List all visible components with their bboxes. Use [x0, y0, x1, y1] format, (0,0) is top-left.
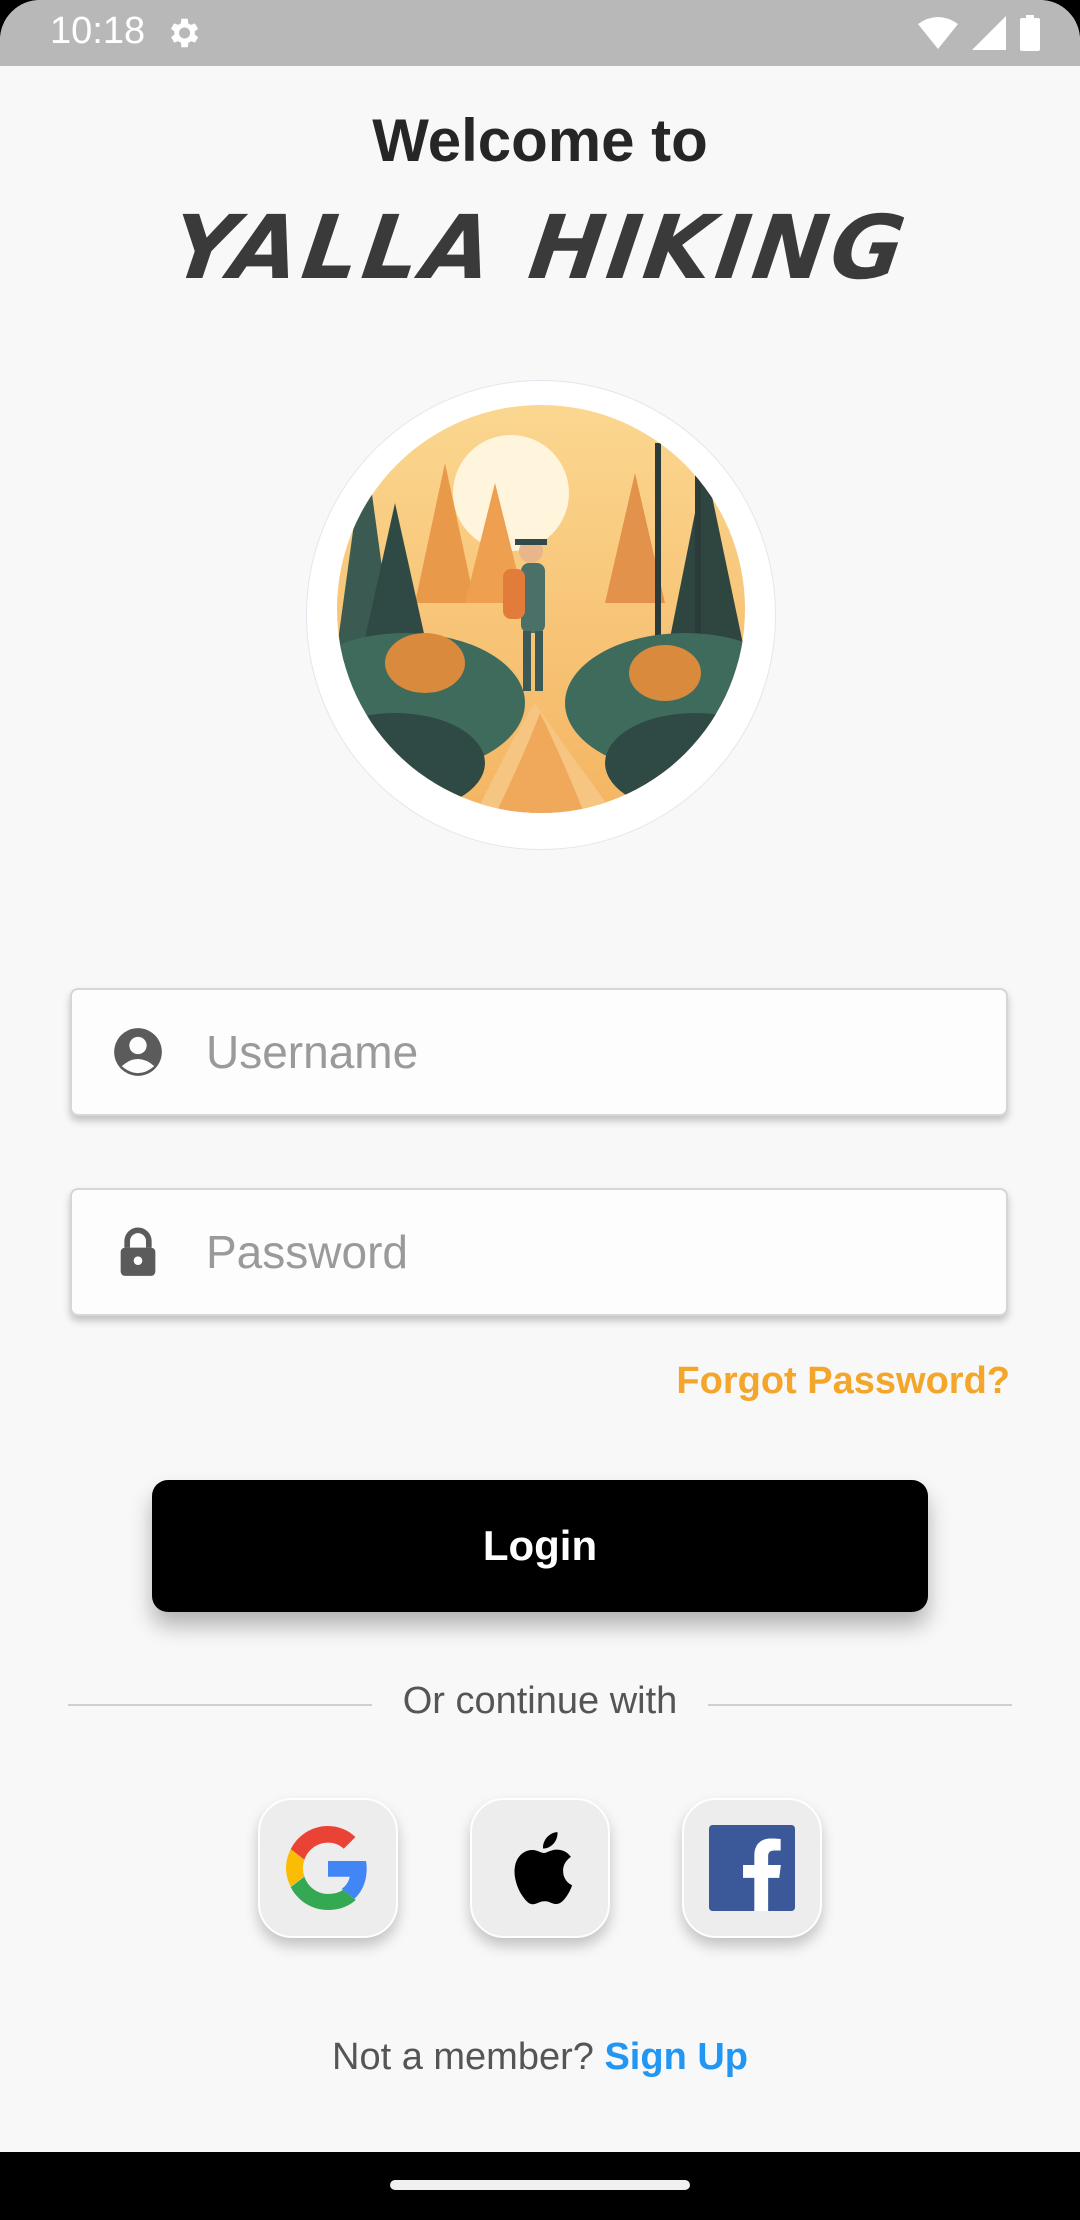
login-button[interactable]: Login [152, 1480, 928, 1612]
app-brand-title: YALLA HIKING [165, 196, 915, 299]
settings-gear-icon [170, 18, 199, 48]
signup-row: Not a member? Sign Up [0, 2036, 1080, 2079]
hero-illustration [306, 380, 776, 850]
signup-prompt: Not a member? [332, 2036, 594, 2078]
username-input[interactable] [204, 1024, 1006, 1080]
login-screen: 10:18 Welcome to YALLA HIKING Username F… [0, 0, 1080, 2220]
wifi-icon [918, 17, 958, 49]
signup-link[interactable]: Sign Up [604, 2036, 748, 2078]
username-field[interactable] [70, 988, 1008, 1116]
facebook-icon [709, 1825, 795, 1911]
status-bar: 10:18 [0, 0, 1080, 66]
apple-login-button[interactable] [470, 1798, 610, 1938]
password-input[interactable] [204, 1224, 1006, 1280]
welcome-text: Welcome to [372, 107, 708, 174]
google-icon [286, 1826, 367, 1910]
apple-icon [514, 1832, 573, 1905]
status-icons [918, 14, 1040, 52]
divider-line-right [708, 1704, 1012, 1706]
facebook-login-button[interactable] [682, 1798, 822, 1938]
user-icon [114, 1028, 162, 1076]
google-login-button[interactable] [258, 1798, 398, 1938]
hiker-illustration-icon [337, 405, 745, 813]
forgot-password-link[interactable]: Forgot Password? [676, 1360, 1010, 1403]
cellular-signal-icon [972, 16, 1006, 50]
battery-icon [1020, 15, 1040, 51]
status-time: 10:18 [50, 10, 146, 52]
divider-text: Or continue with [402, 1680, 678, 1722]
lock-icon [120, 1227, 156, 1276]
password-field[interactable] [70, 1188, 1008, 1316]
home-indicator[interactable] [390, 2180, 690, 2190]
